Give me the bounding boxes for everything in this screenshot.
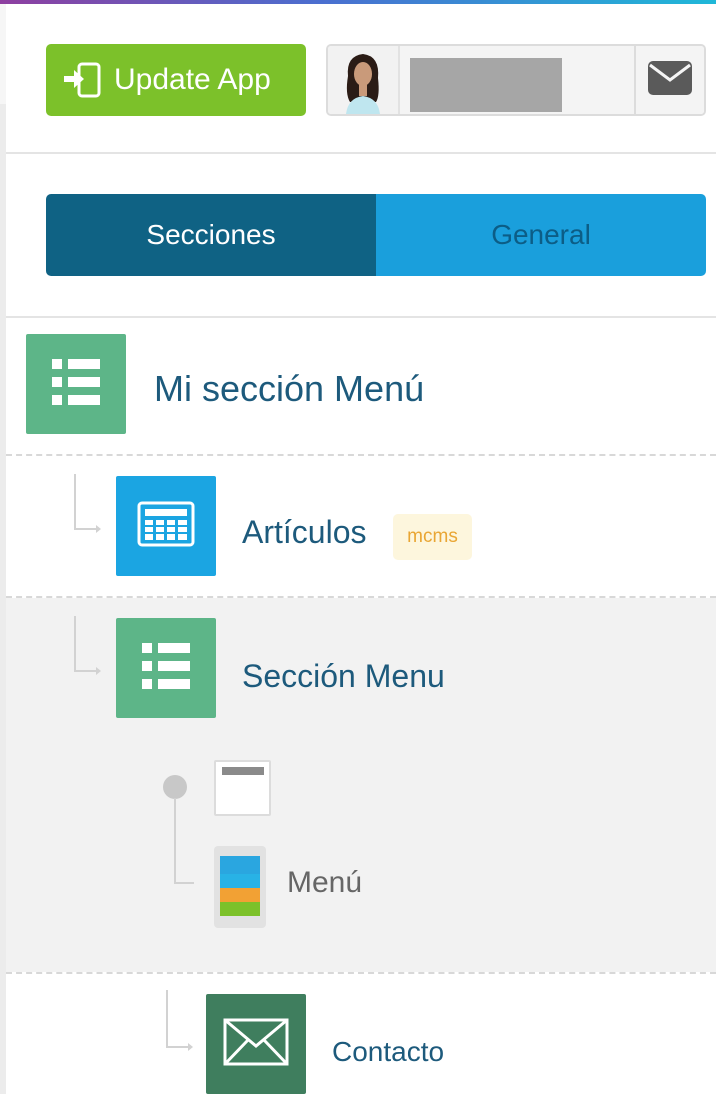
drag-handle-dot[interactable]	[163, 775, 187, 799]
row-separator	[6, 972, 716, 974]
tree-connector	[74, 474, 101, 533]
tabs-divider	[6, 316, 716, 318]
sub-vertical-line	[174, 798, 176, 884]
user-avatar[interactable]	[328, 46, 398, 114]
contacto-tile[interactable]	[206, 994, 306, 1094]
menu-subitem-label[interactable]: Menú	[287, 866, 362, 900]
contacto-label[interactable]: Contacto	[332, 1036, 444, 1068]
seccion-menu-label[interactable]: Sección Menu	[242, 658, 445, 695]
row-separator	[6, 596, 716, 598]
left-edge-top	[0, 4, 6, 104]
user-box	[326, 44, 706, 116]
tab-general[interactable]: General	[376, 194, 706, 276]
seccion-menu-tile[interactable]	[116, 618, 216, 718]
root-section-tile[interactable]	[26, 334, 126, 434]
update-app-label: Update App	[114, 63, 271, 96]
root-section-label[interactable]: Mi sección Menú	[154, 368, 424, 410]
list-icon	[52, 358, 100, 410]
device-import-icon	[60, 60, 106, 100]
articulos-tile[interactable]	[116, 476, 216, 576]
tree-connector	[166, 990, 193, 1051]
envelope-icon	[647, 60, 693, 101]
envelope-icon	[223, 1018, 289, 1071]
header-divider	[6, 152, 716, 154]
articulos-label[interactable]: Artículos	[242, 514, 366, 551]
list-icon	[142, 642, 190, 694]
redacted-name	[410, 58, 562, 112]
tab-secciones[interactable]: Secciones	[46, 194, 376, 276]
messages-button[interactable]	[634, 46, 704, 114]
tree-connector	[74, 616, 101, 675]
selected-row-bg	[6, 598, 716, 972]
sub-horizontal-line	[174, 882, 194, 884]
row-separator	[6, 454, 716, 456]
update-app-button[interactable]: Update App	[46, 44, 306, 116]
newspaper-icon	[137, 501, 195, 552]
user-name-field	[398, 46, 636, 114]
mcms-badge: mcms	[393, 514, 472, 560]
menu-preview-icon[interactable]	[214, 846, 266, 928]
blank-page-icon[interactable]	[214, 760, 271, 816]
top-accent-bar	[0, 0, 716, 4]
section-tabs: Secciones General	[46, 194, 706, 276]
